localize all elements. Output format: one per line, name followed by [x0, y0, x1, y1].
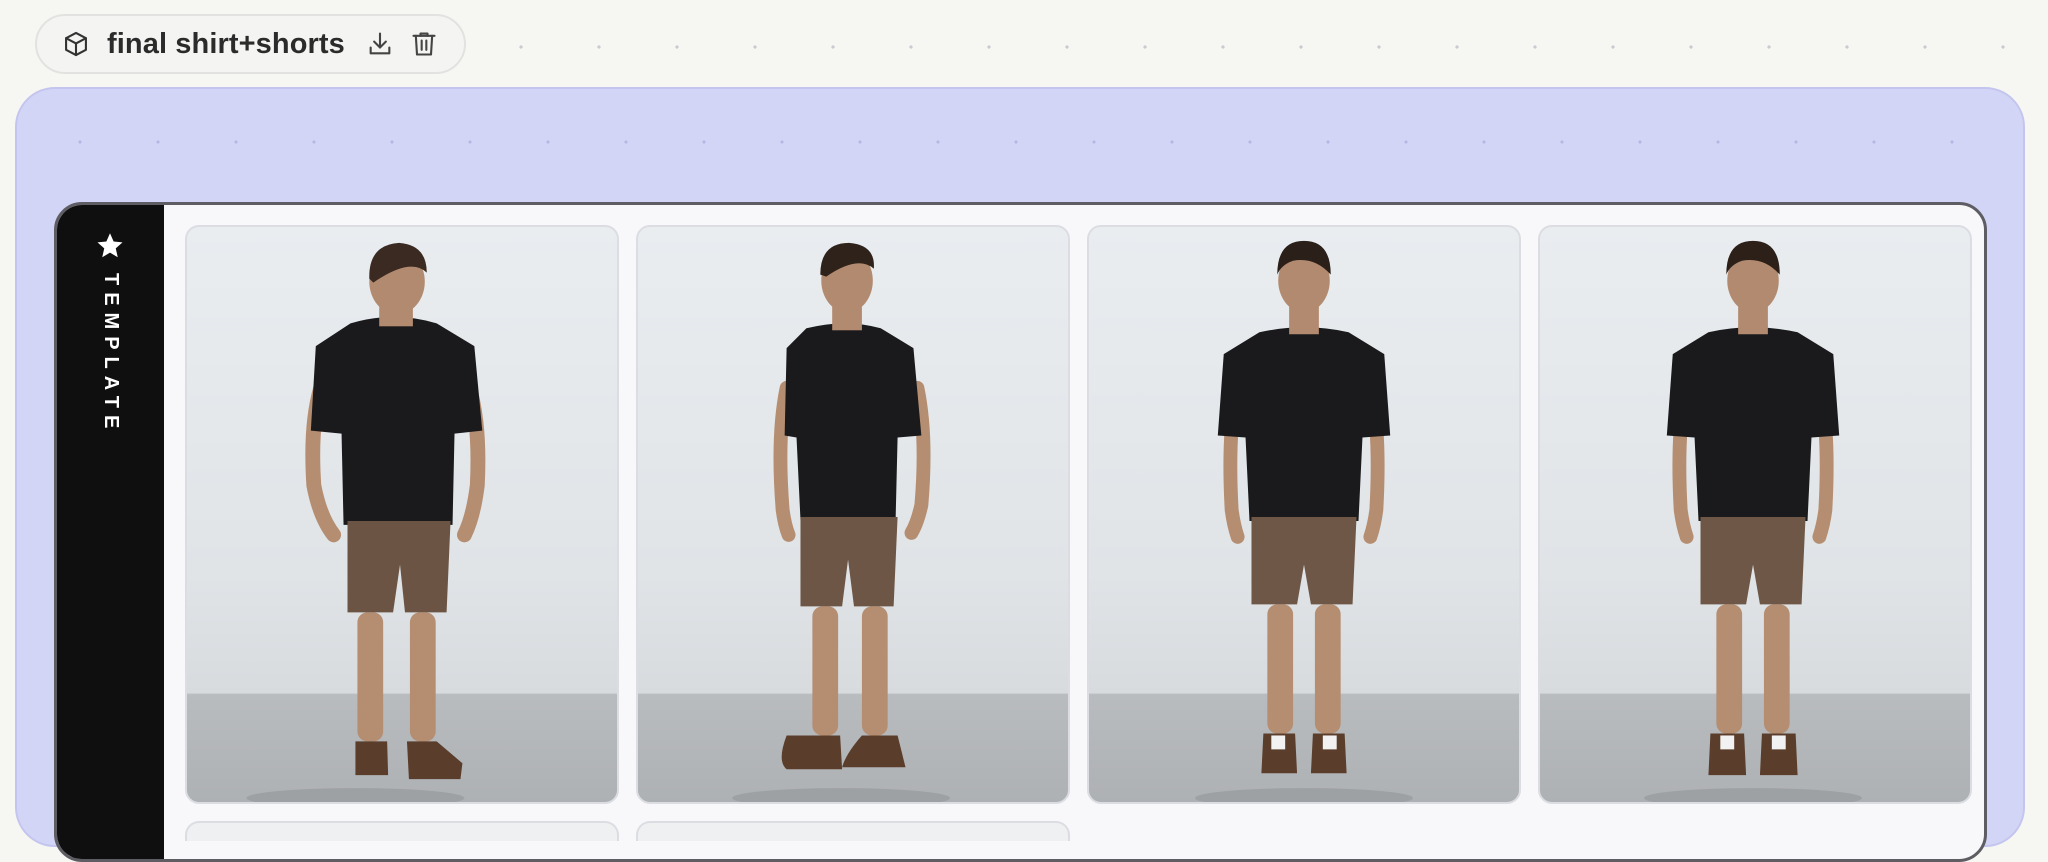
model-front-view-image[interactable] [1087, 225, 1521, 804]
canvas-item-header[interactable]: final shirt+shorts [35, 14, 466, 74]
template-card[interactable]: TEMPLATE [54, 202, 1987, 862]
model-side-view-image[interactable] [636, 225, 1070, 804]
model-back-view-image[interactable] [185, 225, 619, 804]
download-icon[interactable] [365, 29, 395, 59]
next-row-image-2[interactable] [636, 821, 1070, 841]
canvas-item-title[interactable]: final shirt+shorts [107, 28, 345, 61]
model-front-view-illustration [1195, 240, 1413, 802]
model-front-view-2-illustration [1644, 240, 1862, 802]
cube-icon [61, 29, 91, 59]
template-sidebar: TEMPLATE [57, 205, 164, 859]
model-front-view-2-image[interactable] [1538, 225, 1972, 804]
model-back-view-illustration [246, 242, 486, 802]
trash-icon[interactable] [409, 29, 439, 59]
next-row-image-1[interactable] [185, 821, 619, 841]
model-side-view-illustration [732, 242, 951, 802]
star-icon [97, 233, 123, 258]
template-label: TEMPLATE [100, 273, 122, 436]
